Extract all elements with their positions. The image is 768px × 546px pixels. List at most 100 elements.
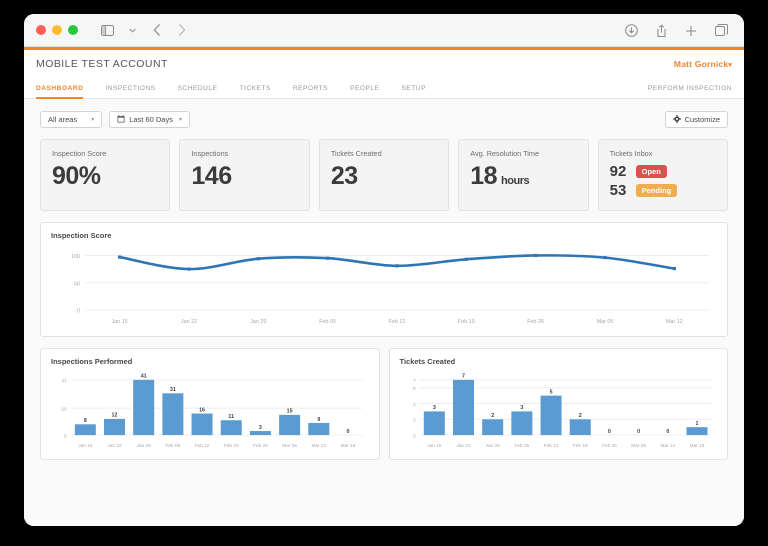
account-title: MOBILE TEST ACCOUNT [36,57,168,70]
svg-text:41: 41 [141,374,147,380]
svg-text:5: 5 [549,389,552,395]
user-name-label: Matt Gornick [673,58,729,69]
svg-text:2: 2 [413,418,416,424]
customize-label: Customize [684,115,720,124]
forward-icon[interactable] [171,19,193,41]
window-traffic-lights [36,25,78,35]
kpi-value: 23 [330,162,358,190]
svg-text:50: 50 [74,281,80,287]
browser-window: MOBILE TEST ACCOUNT Matt Gornick▾ DASHBO… [24,14,744,526]
new-tab-icon[interactable] [680,20,702,42]
minimize-window-button[interactable] [52,25,62,35]
svg-text:2: 2 [491,413,494,419]
tab-people[interactable]: PEOPLE [339,85,390,98]
kpi-label: Avg. Resolution Time [470,149,540,158]
tab-reports[interactable]: REPORTS [282,85,339,98]
kpi-value: 146 [191,162,232,190]
tab-setup[interactable]: SETUP [390,85,436,98]
tab-overview-icon[interactable] [710,20,732,42]
dashboard-content: All areas ▾ Last 60 Days ▾ Customize Ins… [24,99,744,526]
svg-text:Jan 15: Jan 15 [78,443,93,449]
svg-text:Mar 05: Mar 05 [597,319,614,325]
svg-text:9: 9 [317,417,320,423]
kpi-label: Inspections [191,149,229,158]
download-icon[interactable] [620,20,642,42]
svg-text:Mar 12: Mar 12 [311,443,326,449]
kpi-card-tickets-inbox: Tickets Inbox 92 Open 53 Pending [597,139,729,211]
svg-text:20: 20 [61,406,67,412]
kpi-label: Tickets Inbox [609,149,653,158]
kpi-card-tickets-created: Tickets Created 23 [318,139,450,211]
panel-title: Inspection Score [51,231,112,240]
svg-text:Mar 12: Mar 12 [660,443,675,449]
svg-text:0: 0 [666,429,669,435]
tab-schedule[interactable]: SCHEDULE [167,85,229,98]
panel-tickets-created-chart: Tickets Created 0 2 4 6 7 3 Jan 15 7 Jan 22 2 Jan … [388,348,728,460]
svg-text:Feb 12: Feb 12 [389,319,406,325]
sidebar-chevron-down-icon[interactable] [121,19,143,41]
kpi-unit: hours [501,175,530,187]
kpi-card-row: Inspection Score 90% Inspections 146 Tic… [40,139,729,211]
close-window-button[interactable] [36,25,46,35]
tab-tickets[interactable]: TICKETS [228,85,281,98]
svg-text:Feb 05: Feb 05 [166,443,181,449]
calendar-icon [117,114,125,125]
svg-text:16: 16 [199,407,205,413]
kpi-card-inspections: Inspections 146 [179,139,310,211]
date-range-select[interactable]: Last 60 Days ▾ [109,111,190,128]
maximize-window-button[interactable] [68,25,78,35]
inspections-performed-bar-chart: 0 20 41 8 Jan 15 12 Jan 22 41 Jan 29 31 Feb 05 16 Fe… [51,370,369,451]
svg-text:Feb 05: Feb 05 [319,319,336,325]
kpi-value: 90% [52,162,101,190]
svg-text:0: 0 [77,309,80,315]
perform-inspection-link[interactable]: PERFORM INSPECTION [648,85,732,98]
browser-chrome [24,14,744,47]
svg-text:0: 0 [413,433,416,439]
share-icon[interactable] [650,20,672,42]
chevron-down-icon: ▾ [91,117,95,123]
bottom-chart-row: Inspections Performed 0 20 41 8 Jan 15 12 Jan … [40,348,728,460]
kpi-label: Tickets Created [330,149,382,158]
svg-text:15: 15 [287,409,293,415]
svg-text:41: 41 [61,378,67,384]
gear-icon [672,114,681,125]
customize-button[interactable]: Customize [664,111,728,128]
area-select[interactable]: All areas ▾ [40,111,103,128]
svg-text:Mar 05: Mar 05 [631,443,646,449]
panel-title: Tickets Created [399,357,456,366]
sidebar-toggle-icon[interactable] [96,19,118,41]
inspection-score-line-chart: 0 50 100 Jan 15 Jan 22 Jan 29 Feb 05 Feb 12 Feb … [51,244,717,328]
kpi-card-avg-resolution-time: Avg. Resolution Time 18 hours [458,139,589,211]
svg-text:Jan 22: Jan 22 [181,319,197,325]
svg-text:Mar 19: Mar 19 [341,443,356,449]
svg-text:Feb 26: Feb 26 [253,443,268,449]
svg-text:Feb 26: Feb 26 [527,319,544,325]
tab-dashboard[interactable]: DASHBOARD [36,85,94,99]
kpi-label: Inspection Score [52,149,107,158]
svg-text:100: 100 [71,254,80,260]
svg-text:3: 3 [432,405,435,411]
user-menu-button[interactable]: Matt Gornick▾ [674,59,732,69]
svg-text:11: 11 [228,414,234,420]
ticket-count: 53 [609,182,627,199]
svg-text:31: 31 [170,387,176,393]
tickets-inbox-row-open: 92 Open [610,164,716,179]
back-icon[interactable] [146,19,168,41]
svg-text:2: 2 [578,413,581,419]
svg-text:Jan 15: Jan 15 [427,443,442,449]
ticket-count: 92 [609,163,627,180]
svg-text:7: 7 [413,378,416,384]
svg-text:Mar 12: Mar 12 [666,319,683,325]
tab-inspections[interactable]: INSPECTIONS [94,85,166,98]
nav-tab-list: DASHBOARD INSPECTIONS SCHEDULE TICKETS R… [36,85,437,99]
svg-text:Feb 26: Feb 26 [602,443,617,449]
svg-text:Feb 19: Feb 19 [572,443,587,449]
svg-text:Jan 29: Jan 29 [137,443,152,449]
svg-text:0: 0 [637,429,640,435]
panel-inspection-score-chart: Inspection Score 0 50 100 Jan 15 Jan 22 Jan 2… [40,222,728,337]
tickets-created-bar-chart: 0 2 4 6 7 3 Jan 15 7 Jan 22 2 Jan 29 3 Feb 05 5 Feb 12… [400,370,718,451]
kpi-number: 18 [470,162,498,190]
svg-text:3: 3 [520,405,523,411]
svg-text:1: 1 [695,421,698,427]
svg-text:4: 4 [413,402,416,408]
